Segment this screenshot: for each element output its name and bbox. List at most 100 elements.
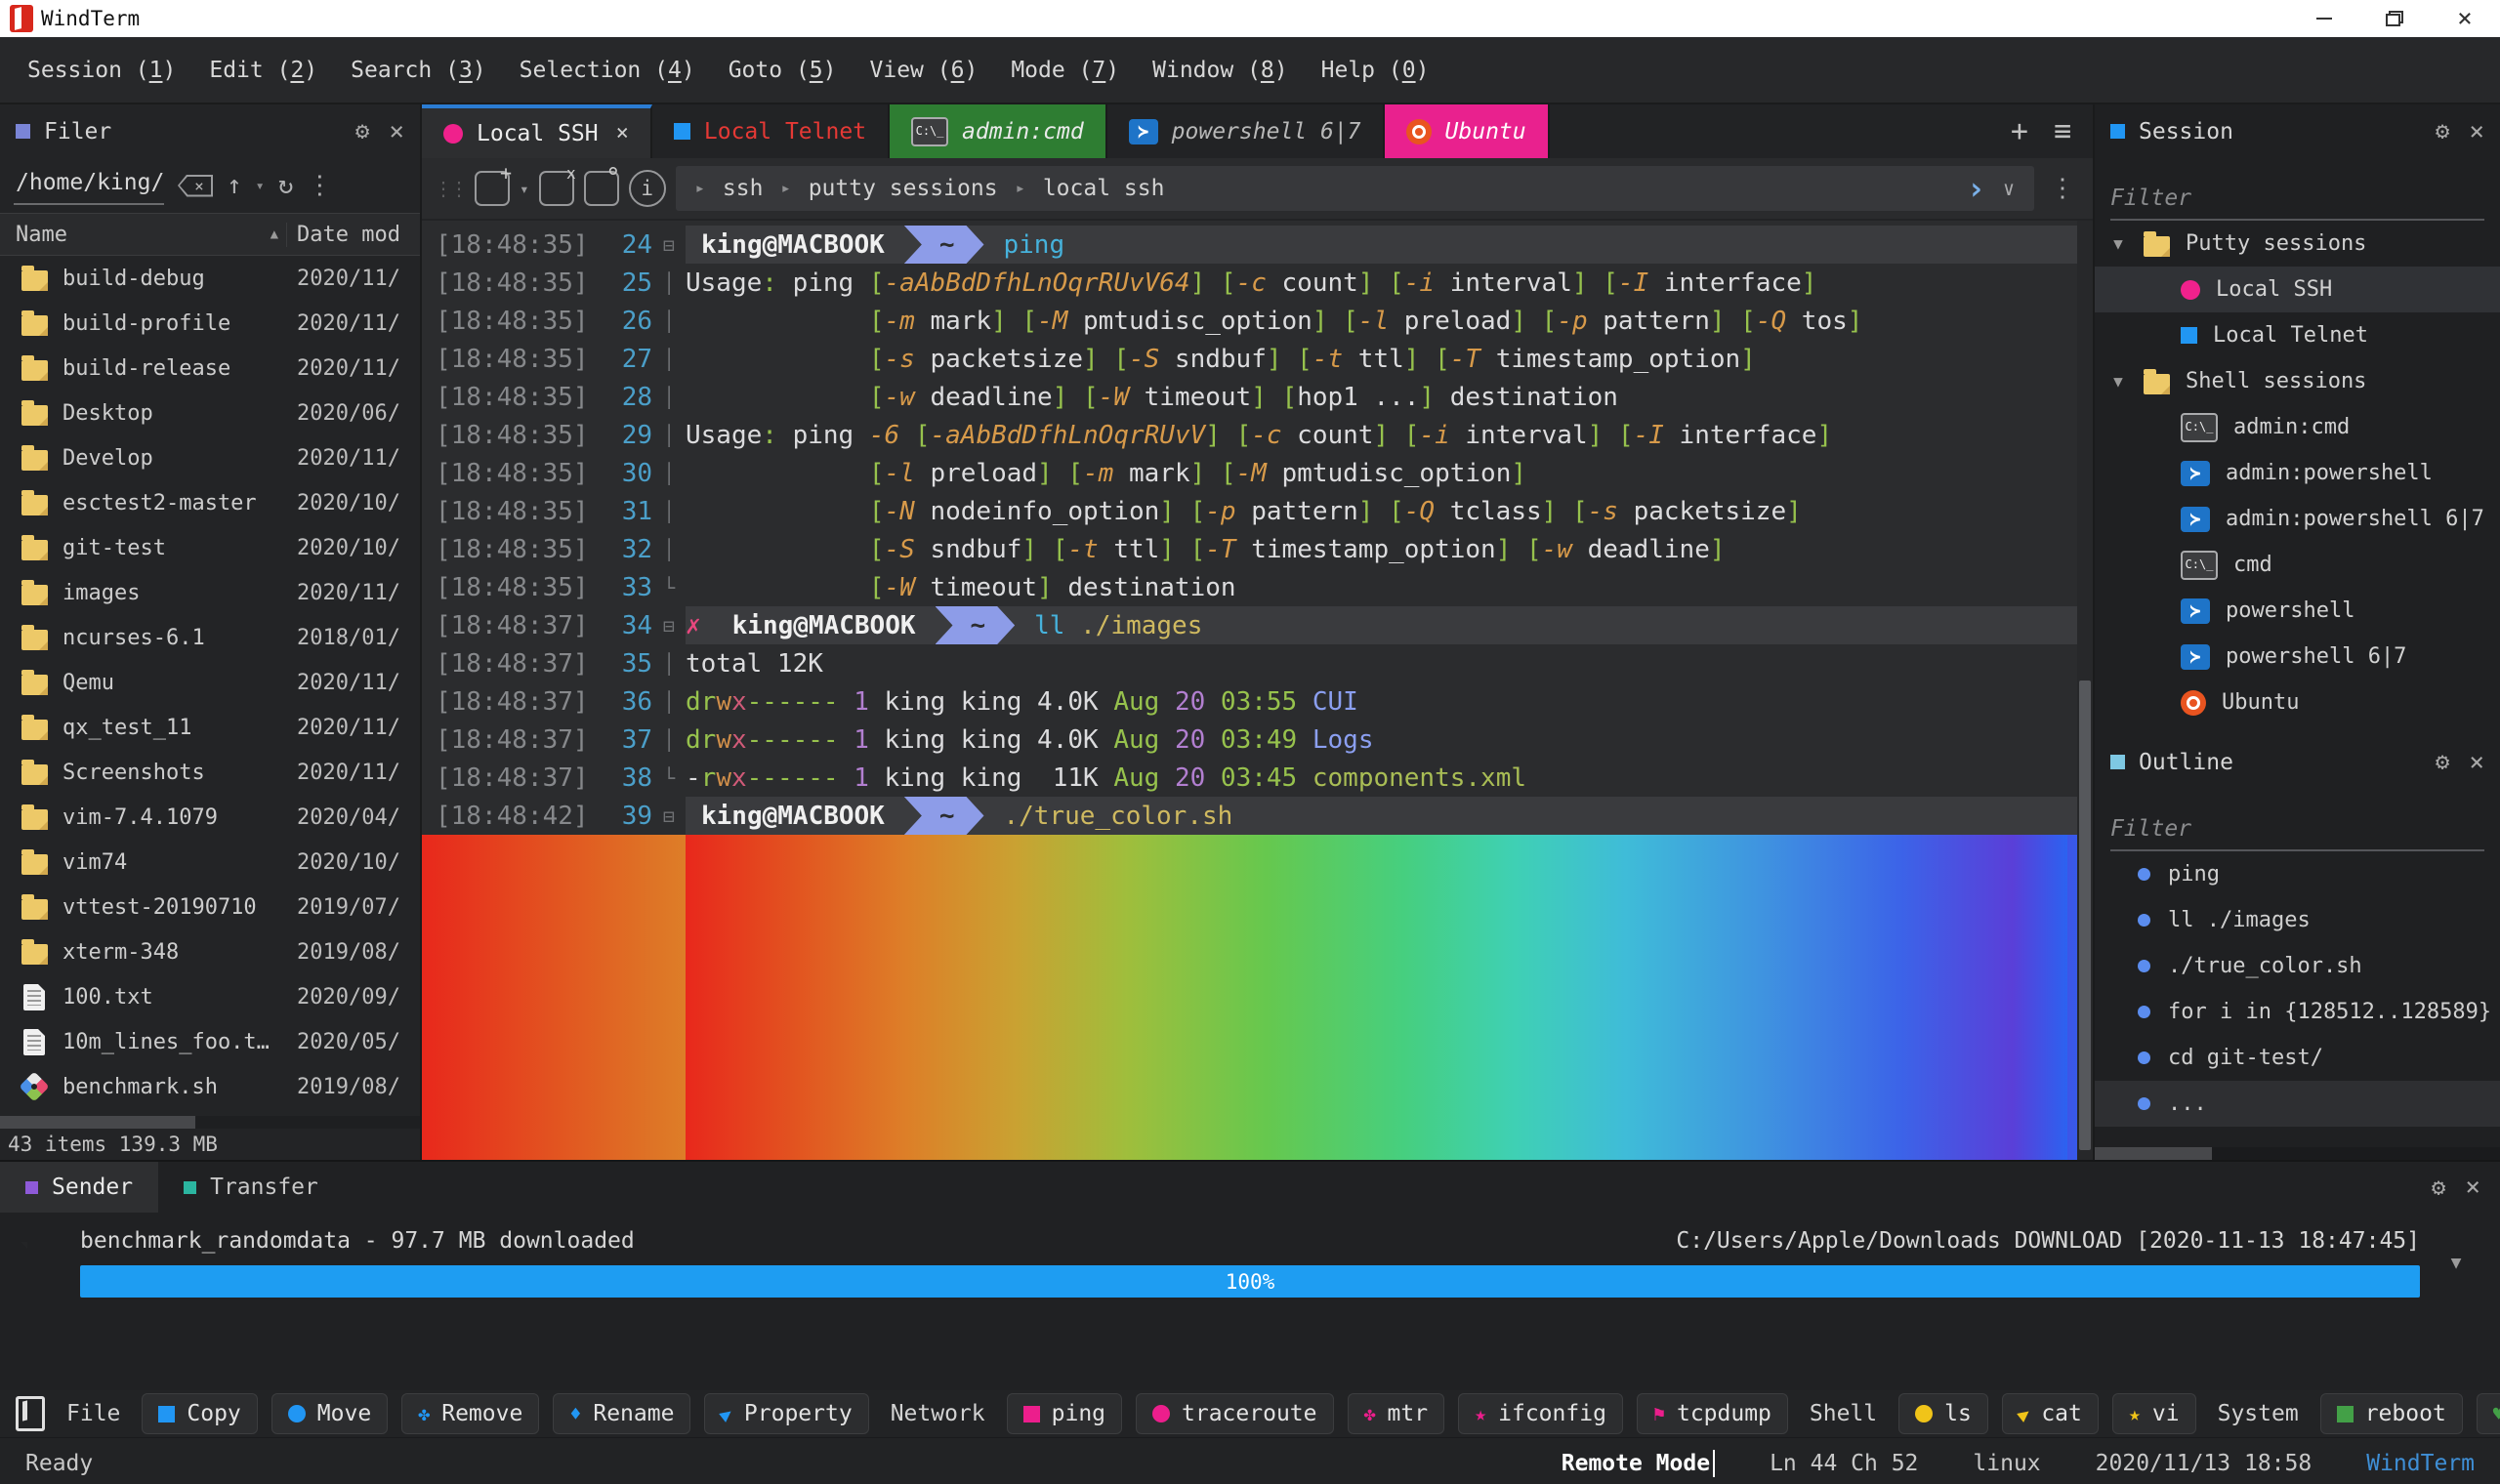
file-row[interactable]: Develop 2020/11/ bbox=[0, 435, 420, 480]
fold-marker[interactable]: ⊟ bbox=[652, 233, 686, 257]
file-row[interactable]: Qemu 2020/11/ bbox=[0, 660, 420, 705]
outline-item[interactable]: ... bbox=[2095, 1081, 2500, 1127]
restore-button[interactable] bbox=[2359, 0, 2430, 37]
filer-horizontal-scrollbar[interactable] bbox=[0, 1116, 420, 1129]
terminal-scrollbar[interactable] bbox=[2077, 221, 2093, 1160]
menu-item-view[interactable]: View (6) bbox=[860, 52, 988, 89]
transfer-dropdown-icon[interactable]: ▼ bbox=[2439, 1228, 2473, 1298]
breadcrumb-go-icon[interactable]: › bbox=[1967, 170, 1985, 207]
tab-close-icon[interactable]: × bbox=[616, 121, 629, 145]
transfer-settings-icon[interactable]: ⚙ bbox=[2432, 1174, 2445, 1201]
session-item-shell-sessions[interactable]: ▼ Shell sessions bbox=[2095, 358, 2500, 404]
tab-powershell-6-7[interactable]: ≻ powershell 6|7 bbox=[1107, 104, 1385, 158]
property-button[interactable]: ▶ Property bbox=[704, 1393, 869, 1434]
tab-sender[interactable]: Sender bbox=[0, 1162, 159, 1213]
file-row[interactable]: benchmark.sh 2019/08/ bbox=[0, 1064, 420, 1109]
column-name[interactable]: Name ▲ bbox=[0, 223, 286, 247]
session-settings-icon[interactable]: ⚙ bbox=[2436, 117, 2449, 146]
filer-close-icon[interactable]: × bbox=[389, 117, 404, 146]
copy-button[interactable]: Copy bbox=[142, 1393, 258, 1434]
transfer-close-icon[interactable]: × bbox=[2465, 1173, 2480, 1202]
expander-icon[interactable]: ▼ bbox=[2108, 372, 2128, 391]
vi-button[interactable]: ★ vi bbox=[2111, 1393, 2196, 1434]
reboot-button[interactable]: reboot bbox=[2319, 1393, 2463, 1434]
file-row[interactable]: 10m_lines_foo.t… 2020/05/ bbox=[0, 1019, 420, 1064]
info-icon[interactable]: i bbox=[628, 170, 666, 207]
reopen-tab-icon[interactable] bbox=[583, 163, 621, 206]
breadcrumb-item[interactable]: ssh bbox=[723, 176, 764, 201]
cat-button[interactable]: ▶ cat bbox=[2001, 1393, 2099, 1434]
session-item-admin-powershell[interactable]: ≻ admin:powershell bbox=[2095, 450, 2500, 496]
clear-path-icon[interactable]: × bbox=[178, 174, 213, 197]
move-button[interactable]: Move bbox=[271, 1393, 389, 1434]
crontab-button[interactable]: ♥crontab bbox=[2476, 1393, 2500, 1434]
file-row[interactable]: images 2020/11/ bbox=[0, 570, 420, 615]
session-item-putty-sessions[interactable]: ▼ Putty sessions bbox=[2095, 221, 2500, 267]
menu-item-window[interactable]: Window (8) bbox=[1143, 52, 1298, 89]
session-item-local-telnet[interactable]: Local Telnet bbox=[2095, 312, 2500, 358]
status-cursor-position[interactable]: Ln 44 Ch 52 bbox=[1770, 1451, 1918, 1476]
outline-settings-icon[interactable]: ⚙ bbox=[2436, 748, 2449, 777]
transfer-item[interactable]: benchmark_randomdata - 97.7 MB downloade… bbox=[0, 1213, 2500, 1298]
terminal-more-icon[interactable]: ⋮ bbox=[2044, 174, 2081, 203]
outline-item[interactable]: ll ./images bbox=[2095, 897, 2500, 943]
ping-button[interactable]: ping bbox=[1006, 1393, 1123, 1434]
minimize-button[interactable] bbox=[2289, 0, 2359, 37]
breadcrumb-dropdown-icon[interactable]: ∨ bbox=[2003, 177, 2015, 200]
status-os[interactable]: linux bbox=[1973, 1451, 2040, 1476]
file-row[interactable]: vttest-20190710 2019/07/ bbox=[0, 885, 420, 929]
outline-close-icon[interactable]: × bbox=[2469, 748, 2484, 777]
file-row[interactable]: qx_test_11 2020/11/ bbox=[0, 705, 420, 750]
session-item-admin-cmd[interactable]: C:\_ admin:cmd bbox=[2095, 404, 2500, 450]
outline-item[interactable]: ./true_color.sh bbox=[2095, 943, 2500, 989]
new-tab-icon[interactable] bbox=[475, 161, 512, 206]
file-row[interactable]: Screenshots 2020/11/ bbox=[0, 750, 420, 795]
path-input[interactable]: /home/king/ bbox=[14, 166, 164, 205]
file-row[interactable]: git-test 2020/10/ bbox=[0, 525, 420, 570]
traceroute-button[interactable]: traceroute bbox=[1136, 1393, 1334, 1434]
menu-item-search[interactable]: Search (3) bbox=[341, 52, 496, 89]
session-item-ubuntu[interactable]: Ubuntu bbox=[2095, 680, 2500, 725]
session-item-cmd[interactable]: C:\_ cmd bbox=[2095, 542, 2500, 588]
file-row[interactable]: build-release 2020/11/ bbox=[0, 346, 420, 391]
file-row[interactable]: vim-7.4.1079 2020/04/ bbox=[0, 795, 420, 840]
up-directory-button[interactable]: ↑ bbox=[227, 171, 242, 200]
session-item-powershell[interactable]: ≻ powershell bbox=[2095, 588, 2500, 634]
file-row[interactable]: 100.txt 2020/09/ bbox=[0, 974, 420, 1019]
file-row[interactable]: build-debug 2020/11/ bbox=[0, 256, 420, 301]
fold-marker[interactable]: ⊟ bbox=[652, 804, 686, 828]
ifconfig-button[interactable]: ★ ifconfig bbox=[1458, 1393, 1623, 1434]
file-row[interactable]: build-profile 2020/11/ bbox=[0, 301, 420, 346]
new-tab-dropdown-icon[interactable]: ▾ bbox=[520, 180, 529, 198]
file-row[interactable]: esctest2-master 2020/10/ bbox=[0, 480, 420, 525]
file-row[interactable]: xterm-348 2019/08/ bbox=[0, 929, 420, 974]
mtr-button[interactable]: ✤ mtr bbox=[1347, 1393, 1445, 1434]
outline-filter-input[interactable]: Filter bbox=[2110, 789, 2484, 851]
session-close-icon[interactable]: × bbox=[2469, 117, 2484, 146]
filer-settings-icon[interactable]: ⚙ bbox=[355, 117, 369, 146]
column-date-modified[interactable]: Date mod bbox=[286, 222, 420, 247]
breadcrumb-item[interactable]: local ssh bbox=[1043, 176, 1165, 201]
tab-ubuntu[interactable]: Ubuntu bbox=[1384, 104, 1550, 158]
ls-button[interactable]: ls bbox=[1898, 1393, 1988, 1434]
session-item-admin-powershell-6-7[interactable]: ≻ admin:powershell 6|7 bbox=[2095, 496, 2500, 542]
close-tab-icon[interactable] bbox=[538, 164, 576, 206]
terminal-scrollbar-thumb[interactable] bbox=[2079, 680, 2091, 1151]
tab-transfer[interactable]: Transfer bbox=[158, 1162, 344, 1213]
terminal-output[interactable]: [18:48:35] 24 ⊟ king@MACBOOK ~ ping [18:48:35]… bbox=[422, 221, 2093, 1160]
tab-admin-cmd[interactable]: C:\_ admin:cmd bbox=[890, 104, 1107, 158]
outline-item[interactable]: for i in {128512..128589} bbox=[2095, 989, 2500, 1035]
session-item-powershell-6-7[interactable]: ≻ powershell 6|7 bbox=[2095, 634, 2500, 680]
tab-list-menu-icon[interactable]: ≡ bbox=[2046, 114, 2079, 148]
refresh-icon[interactable]: ↻ bbox=[278, 171, 294, 200]
tab-local-telnet[interactable]: Local Telnet bbox=[652, 104, 891, 158]
expander-icon[interactable]: ▼ bbox=[2108, 234, 2128, 253]
file-row[interactable]: ncurses-6.1 2018/01/ bbox=[0, 615, 420, 660]
up-directory-dropdown-icon[interactable]: ▾ bbox=[256, 177, 265, 194]
menu-item-edit[interactable]: Edit (2) bbox=[199, 52, 327, 89]
tab-local-ssh[interactable]: Local SSH × bbox=[422, 104, 652, 158]
file-row[interactable]: Desktop 2020/06/ bbox=[0, 391, 420, 435]
status-mode[interactable]: Remote Mode bbox=[1562, 1450, 1716, 1477]
filer-more-icon[interactable]: ⋮ bbox=[307, 171, 332, 200]
outline-item[interactable]: cd git-test/ bbox=[2095, 1035, 2500, 1081]
